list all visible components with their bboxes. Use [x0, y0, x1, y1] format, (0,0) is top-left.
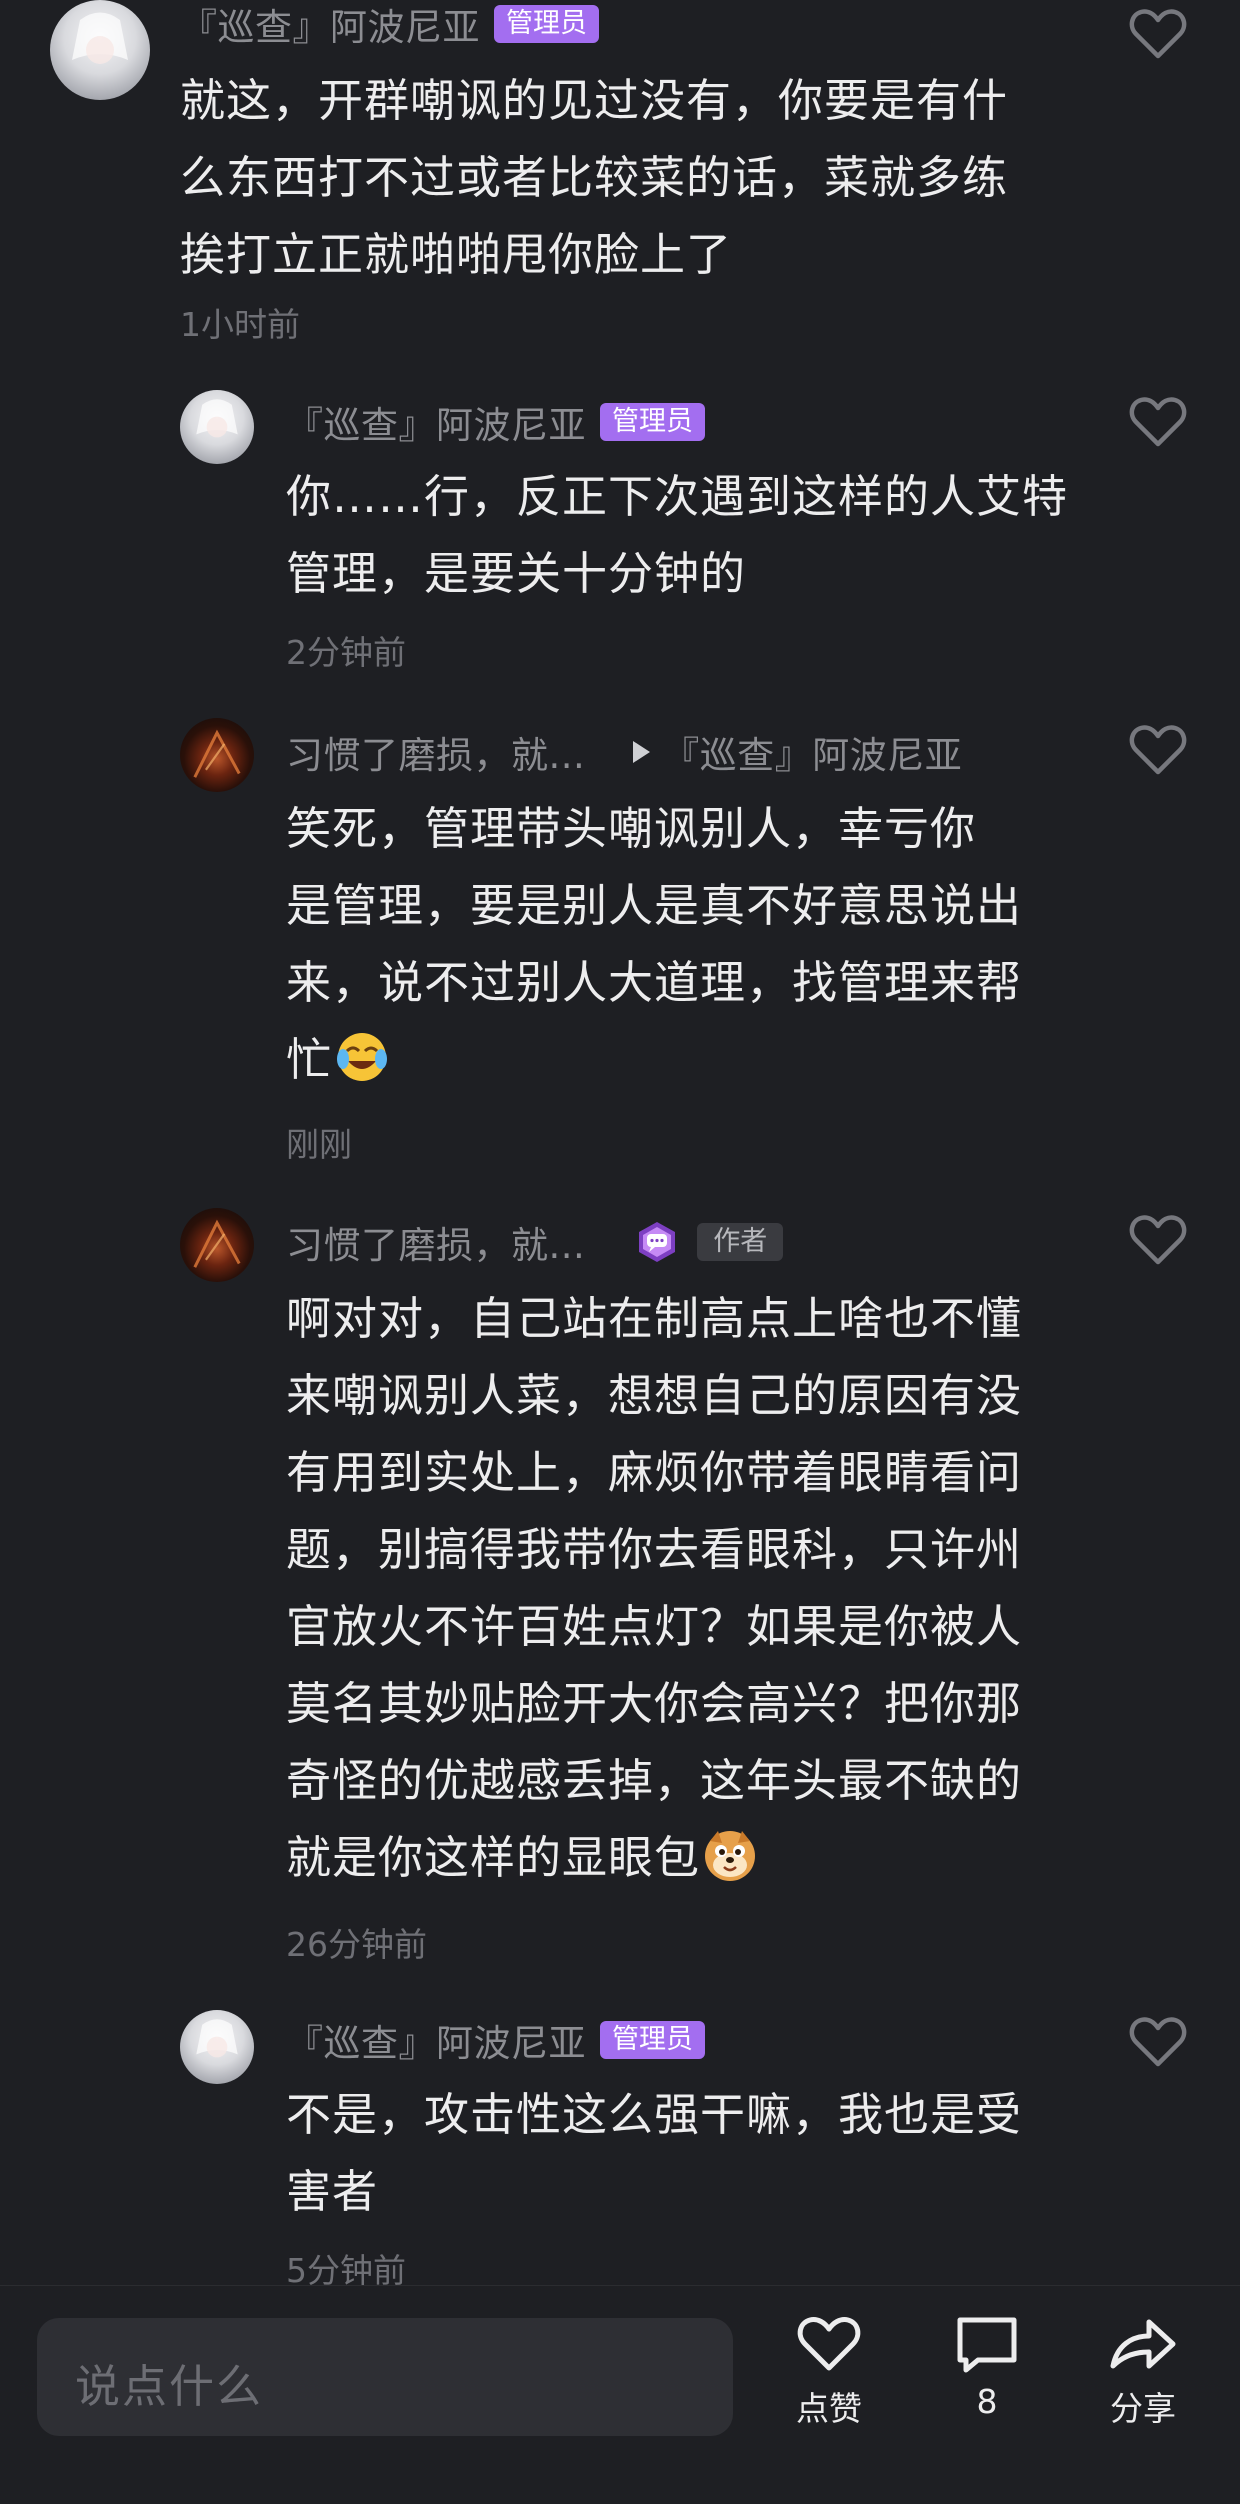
- like-post-button[interactable]: 点赞: [774, 2314, 884, 2430]
- chat-bubble-icon: [639, 1222, 676, 1262]
- comment-text[interactable]: 就这，开群嘲讽的见过没有，你要是有什 么东西打不过或者比较菜的话，菜就多练 挨打…: [180, 62, 1008, 293]
- comment-line: 忙: [286, 1033, 333, 1086]
- like-button[interactable]: [1128, 722, 1188, 778]
- comment-header: 『巡查』阿波尼亚 管理员: [286, 2014, 705, 2066]
- comment-line: 管理，是要关十分钟的: [286, 547, 747, 600]
- avatar[interactable]: [180, 2010, 254, 2084]
- comment-line: 来，说不过别人大道理，找管理来帮: [286, 956, 1023, 1009]
- timestamp: 2分钟前: [286, 633, 406, 672]
- comment-line: 莫名其妙贴脸开大你会高兴？把你那: [286, 1677, 1023, 1730]
- comment-line: 你……行，反正下次遇到这样的人艾特: [286, 470, 1069, 523]
- comment-input[interactable]: 说点什么: [37, 2318, 733, 2436]
- heart-icon: [1129, 2017, 1187, 2067]
- comment-line-with-emoji: 就是你这样的显眼包: [286, 1819, 1022, 1896]
- like-button[interactable]: [1128, 6, 1188, 62]
- comment-text[interactable]: 啊对对，自己站在制高点上啥也不懂 来嘲讽别人菜，想想自己的原因有没 有用到实处上…: [286, 1280, 1022, 1896]
- comment-line: 就这，开群嘲讽的见过没有，你要是有什: [180, 74, 1009, 127]
- bottom-action-bar: 说点什么 点赞 8 分享: [0, 2285, 1240, 2504]
- admin-badge: 管理员: [494, 5, 599, 43]
- comment-line: 啊对对，自己站在制高点上啥也不懂: [286, 1292, 1023, 1345]
- avatar[interactable]: [180, 1208, 254, 1282]
- like-button[interactable]: [1128, 394, 1188, 450]
- timestamp: 刚刚: [286, 1125, 352, 1164]
- comment-line: 就是你这样的显眼包: [286, 1831, 701, 1884]
- admin-badge: 管理员: [600, 2021, 705, 2059]
- share-label: 分享: [1110, 2389, 1176, 2428]
- comment-line: 笑死，管理带头嘲讽别人，幸亏你: [286, 802, 977, 855]
- comment-line: 来嘲讽别人菜，想想自己的原因有没: [286, 1369, 1023, 1422]
- timestamp: 26分钟前: [286, 1925, 427, 1964]
- avatar[interactable]: [180, 718, 254, 792]
- like-post-label: 点赞: [796, 2389, 862, 2428]
- share-arrow-icon: [1110, 2319, 1176, 2369]
- heart-icon: [1129, 9, 1187, 59]
- heart-icon: [1129, 725, 1187, 775]
- comment-header: 『巡查』阿波尼亚 管理员: [180, 0, 599, 50]
- comment-text[interactable]: 笑死，管理带头嘲讽别人，幸亏你 是管理，要是别人是真不好意思说出 来，说不过别人…: [286, 790, 1022, 1098]
- comment-line: 是管理，要是别人是真不好意思说出: [286, 879, 1023, 932]
- username[interactable]: 『巡查』阿波尼亚: [286, 395, 586, 449]
- face-with-tears-of-joy-icon: [337, 1033, 388, 1081]
- heart-icon: [1129, 1215, 1187, 1265]
- comment-header: 习惯了磨损，就... 作者: [286, 1215, 784, 1269]
- comments-button[interactable]: 8: [932, 2314, 1042, 2421]
- like-button[interactable]: [1128, 2014, 1188, 2070]
- heart-icon: [1129, 397, 1187, 447]
- heart-icon: [797, 2317, 861, 2371]
- reply-arrow-icon: [633, 741, 651, 763]
- avatar[interactable]: [180, 390, 254, 464]
- admin-badge: 管理员: [600, 403, 705, 441]
- comment-line: 不是，攻击性这么强干嘛，我也是受: [286, 2088, 1023, 2141]
- comment-header: 习惯了磨损，就... 『巡查』阿波尼亚: [286, 726, 962, 778]
- comment-count: 8: [976, 2382, 998, 2421]
- comment-line: 题，别搞得我带你去看眼科，只许州: [286, 1523, 1023, 1576]
- comment-line: 官放火不许百姓点灯？如果是你被人: [286, 1600, 1023, 1653]
- comment-line: 奇怪的优越感丢掉，这年头最不缺的: [286, 1754, 1023, 1807]
- reply-to-username[interactable]: 『巡查』阿波尼亚: [662, 725, 962, 779]
- timestamp: 1小时前: [180, 305, 300, 344]
- comment-line: 有用到实处上，麻烦你带着眼睛看问: [286, 1446, 1023, 1499]
- comment-input-placeholder: 说点什么: [75, 2360, 264, 2413]
- comment-header: 『巡查』阿波尼亚 管理员: [286, 396, 705, 448]
- author-badge: 作者: [697, 1223, 784, 1261]
- doge-sticker-icon: [705, 1831, 756, 1881]
- share-button[interactable]: 分享: [1088, 2314, 1198, 2430]
- comment-bubble-icon: [957, 2317, 1017, 2373]
- comment-text[interactable]: 你……行，反正下次遇到这样的人艾特 管理，是要关十分钟的: [286, 458, 1068, 612]
- avatar[interactable]: [50, 0, 150, 100]
- comment-line-with-emoji: 忙: [286, 1021, 1022, 1098]
- comment-line: 害者: [286, 2165, 379, 2218]
- comment-line: 么东西打不过或者比较菜的话，菜就多练: [180, 151, 1009, 204]
- comment-text[interactable]: 不是，攻击性这么强干嘛，我也是受 害者: [286, 2076, 1022, 2230]
- username[interactable]: 习惯了磨损，就...: [286, 725, 585, 779]
- comment-line: 挨打立正就啪啪甩你脸上了: [180, 228, 733, 281]
- username[interactable]: 『巡查』阿波尼亚: [180, 0, 480, 51]
- username[interactable]: 习惯了磨损，就...: [286, 1215, 585, 1269]
- username[interactable]: 『巡查』阿波尼亚: [286, 2013, 586, 2067]
- like-button[interactable]: [1128, 1212, 1188, 1268]
